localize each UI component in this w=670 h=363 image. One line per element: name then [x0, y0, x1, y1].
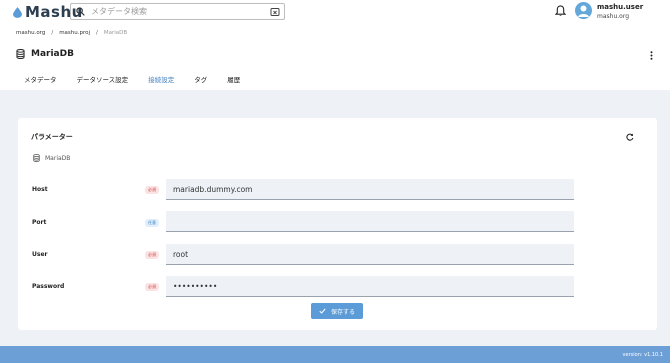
top-bar: Mashu mashu.user mashu.org	[0, 0, 670, 26]
search-icon	[76, 7, 85, 16]
breadcrumb-item-org[interactable]: mashu.org	[16, 30, 45, 36]
search-input[interactable]	[91, 7, 261, 16]
tab-bar: メタデータ データソース設定 接続設定 タグ 履歴	[14, 72, 250, 90]
optional-badge: 任意	[145, 219, 159, 227]
datasource-type: MariaDB	[33, 154, 70, 162]
host-label: Host	[32, 186, 48, 193]
port-label: Port	[32, 219, 47, 226]
host-field[interactable]: mariadb.dummy.com	[166, 179, 574, 200]
breadcrumb-item-current: MariaDB	[103, 30, 128, 36]
required-badge: 必須	[145, 186, 159, 194]
required-badge: 必須	[145, 251, 159, 259]
tab-history[interactable]: 履歴	[217, 72, 250, 90]
password-label: Password	[32, 283, 65, 290]
save-button[interactable]: 保存する	[311, 303, 363, 319]
refresh-icon[interactable]	[626, 133, 634, 141]
page-title: MariaDB	[31, 49, 74, 59]
save-button-label: 保存する	[330, 308, 355, 316]
database-icon	[33, 154, 40, 162]
user-field[interactable]: root	[166, 244, 574, 265]
tab-datasource-settings[interactable]: データソース設定	[67, 72, 139, 90]
search-box[interactable]	[70, 3, 285, 20]
tab-connection-settings[interactable]: 接続設定	[138, 72, 184, 90]
tab-tags[interactable]: タグ	[184, 72, 217, 90]
drop-icon	[13, 6, 22, 18]
database-icon	[16, 49, 25, 59]
footer: version: v1.10.1	[0, 346, 670, 363]
bell-icon[interactable]	[555, 5, 566, 17]
user-icon	[578, 5, 589, 17]
datasource-type-label: MariaDB	[45, 154, 71, 162]
user-org: mashu.org	[597, 13, 630, 20]
avatar[interactable]	[575, 2, 592, 19]
required-badge: 必須	[145, 283, 159, 291]
tab-metadata[interactable]: メタデータ	[14, 72, 67, 90]
breadcrumb-item-project[interactable]: mashu.proj	[59, 30, 90, 36]
password-field[interactable]: ••••••••••	[166, 276, 574, 297]
page-title-row: MariaDB	[16, 49, 74, 59]
user-name[interactable]: mashu.user	[597, 3, 643, 11]
breadcrumb-separator: /	[51, 30, 54, 36]
parameters-card: パラメーター MariaDB Host 必須 mariadb.dummy.com…	[18, 118, 657, 330]
breadcrumb: mashu.org / mashu.proj / MariaDB	[16, 30, 127, 36]
backspace-icon[interactable]	[270, 7, 280, 17]
more-options-icon[interactable]	[650, 51, 653, 60]
card-title: パラメーター	[31, 133, 73, 141]
port-field[interactable]	[166, 211, 574, 232]
user-label: User	[32, 251, 48, 258]
check-icon	[319, 308, 326, 314]
version-label: version: v1.10.1	[622, 352, 663, 358]
breadcrumb-separator: /	[96, 30, 98, 36]
